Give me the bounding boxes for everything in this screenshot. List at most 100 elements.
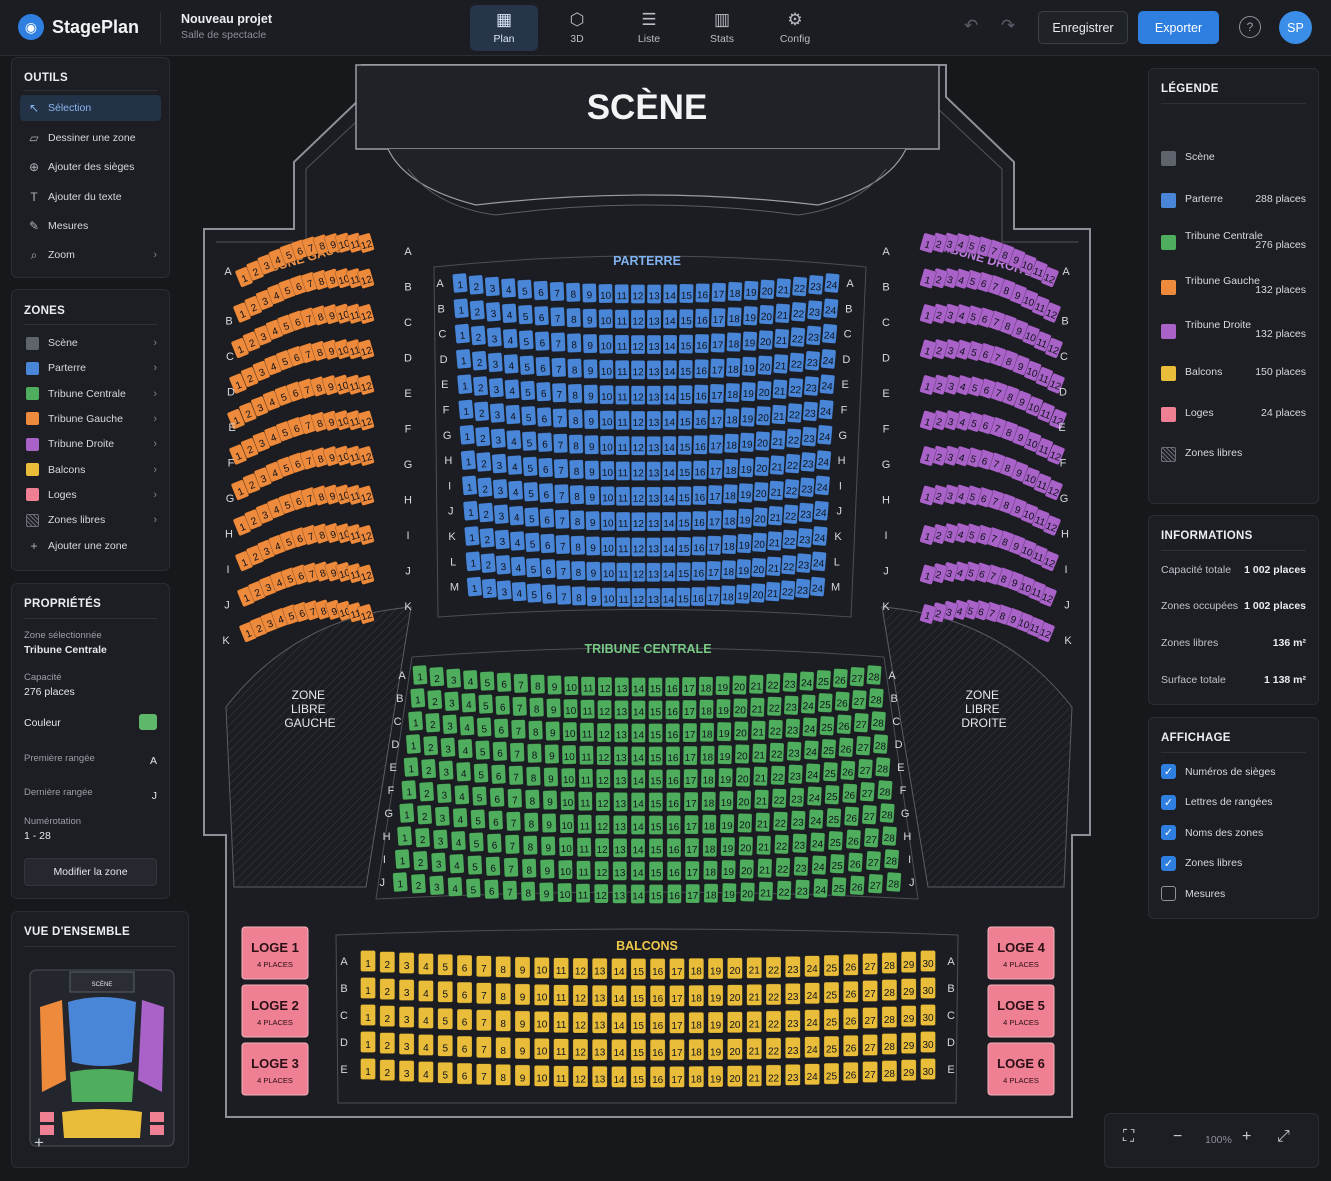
seat[interactable]: 15 [648,838,664,858]
seat[interactable]: 4 [511,581,527,602]
seat[interactable]: 23 [785,983,801,1005]
seat[interactable]: 20 [732,698,748,718]
seat[interactable]: 8 [520,881,536,902]
seat[interactable]: 26 [842,1035,859,1057]
seat[interactable]: 2 [480,552,497,574]
seat[interactable]: 15 [676,511,692,532]
seat[interactable]: 13 [646,410,662,431]
tab-config[interactable]: ⚙ Config [761,5,829,51]
seat[interactable]: 4 [508,505,525,526]
seat[interactable]: 9 [585,536,601,556]
seat[interactable]: 3 [398,1060,415,1082]
seat[interactable]: 24 [822,298,839,319]
seat[interactable]: 14 [630,861,646,881]
seat[interactable]: 3 [484,276,501,297]
seat[interactable]: 24 [813,878,829,899]
seat[interactable]: 16 [649,1066,666,1088]
seat[interactable]: 3 [492,478,509,500]
seat[interactable]: 19 [715,675,731,696]
seat[interactable]: 25 [831,876,847,897]
seat[interactable]: 3 [398,952,415,974]
seat[interactable]: 21 [752,766,769,787]
seat[interactable]: 4 [418,980,434,1002]
seat[interactable]: 26 [849,875,865,896]
seat[interactable]: 1 [465,551,482,572]
seat[interactable]: 19 [721,859,737,880]
seat[interactable]: 8 [521,858,537,879]
seat[interactable]: 6 [488,810,504,831]
seat[interactable]: 17 [682,722,698,743]
seat[interactable]: 27 [862,1034,878,1056]
seat[interactable]: 16 [692,485,708,506]
seat[interactable]: 14 [662,283,678,304]
seat[interactable]: 13 [646,511,661,532]
seat[interactable]: 27 [862,1061,878,1083]
seat[interactable]: 27 [862,1007,878,1029]
seat[interactable]: 27 [849,666,865,687]
seat[interactable]: 3 [440,737,456,758]
seat[interactable]: 12 [572,957,589,980]
seat[interactable]: 15 [678,334,694,354]
seat[interactable]: 19 [736,558,752,579]
seat[interactable]: 1 [394,848,411,870]
seat[interactable]: 28 [881,952,898,974]
seat[interactable]: 22 [765,1064,782,1087]
seat[interactable]: 23 [785,1064,801,1086]
seat[interactable]: 3 [491,453,508,474]
seat[interactable]: 14 [611,1066,627,1088]
fullscreen-icon[interactable]: ⤢ [1277,1128,1290,1146]
seat[interactable]: 6 [485,856,501,877]
undo-icon[interactable]: ↶ [964,16,978,36]
seat[interactable]: 4 [449,853,465,874]
seat[interactable]: 14 [611,958,627,980]
seat[interactable]: 19 [707,984,724,1007]
tab-plan[interactable]: ▦ Plan [470,5,538,51]
seat[interactable]: 20 [740,882,756,902]
seat[interactable]: 16 [665,723,681,743]
seat[interactable]: 17 [710,332,726,353]
seat[interactable]: 12 [572,1038,589,1061]
seat[interactable]: 6 [456,1008,473,1031]
seat[interactable]: 13 [613,792,628,812]
seat[interactable]: 1 [456,373,473,395]
zone-item-zones-libres[interactable]: Zones libres › [20,507,161,533]
seat[interactable]: 15 [630,958,647,980]
seat[interactable]: 17 [708,434,724,455]
seat[interactable]: 26 [843,806,860,827]
seat[interactable]: 14 [611,1012,627,1034]
seat[interactable]: 8 [530,674,546,695]
seat[interactable]: 7 [508,765,524,786]
seat[interactable]: 15 [676,485,692,506]
seat[interactable]: 26 [842,954,859,976]
seat[interactable]: 16 [691,536,707,556]
seat[interactable]: 10 [599,435,615,456]
seat[interactable]: 3 [444,691,460,712]
checkbox-unchecked-icon[interactable] [1161,886,1176,901]
seat[interactable]: 29 [900,1059,917,1081]
seat[interactable]: 16 [693,384,709,405]
seat[interactable]: 4 [447,876,463,897]
seat[interactable]: 22 [786,402,803,424]
seat[interactable]: 13 [646,435,662,456]
seat[interactable]: 30 [920,1031,936,1053]
seat[interactable]: 14 [660,587,676,608]
seat[interactable]: 14 [662,309,678,329]
seat[interactable]: 22 [766,696,782,717]
seat[interactable]: 3 [486,326,503,348]
seat[interactable]: 21 [750,720,766,741]
seat[interactable]: 28 [874,756,891,778]
seat[interactable]: 13 [612,884,627,904]
seat[interactable]: 10 [599,384,615,405]
seat[interactable]: 17 [707,484,723,505]
seat[interactable]: 15 [677,410,693,430]
seat[interactable]: 4 [506,454,523,476]
seat[interactable]: 6 [535,356,551,377]
seat[interactable]: 30 [920,977,936,999]
seat[interactable]: 7 [505,811,522,832]
seat[interactable]: 17 [707,510,723,530]
seat[interactable]: 2 [379,978,396,1000]
add-zone-button[interactable]: + Ajouter une zone [20,533,161,559]
seat[interactable]: 18 [702,837,718,858]
seat[interactable]: 16 [694,308,710,329]
seat[interactable]: 20 [754,456,770,477]
